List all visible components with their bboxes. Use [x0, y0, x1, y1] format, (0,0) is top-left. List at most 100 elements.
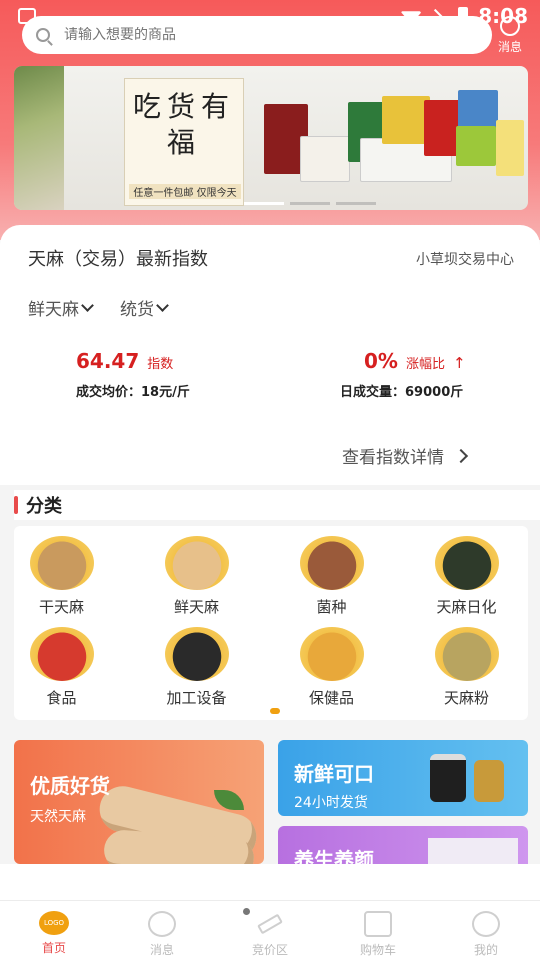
category-label: 干天麻 [38, 598, 84, 616]
tab-cart[interactable]: 购物车 [324, 901, 432, 960]
category-label: 加工设备 [166, 689, 227, 707]
change-tag: 涨幅比 [405, 357, 445, 372]
category-item[interactable]: 天麻粉 [399, 627, 534, 708]
avg-price-label: 成交均价： [76, 385, 142, 400]
daily-volume: 日成交量：69000斤 [340, 381, 466, 400]
detail-link-label: 查看指数详情 [342, 448, 444, 468]
tab-messages[interactable]: 消息 [108, 901, 216, 960]
category-item[interactable]: 菌种 [264, 536, 399, 617]
chat-icon [148, 911, 176, 937]
product-type-value: 鲜天麻 [28, 300, 79, 320]
header-message-label: 消息 [497, 40, 522, 54]
profile-icon [472, 911, 500, 937]
category-label: 鲜天麻 [173, 598, 219, 616]
chevron-down-icon [156, 298, 169, 312]
promo-left-subtitle: 天然天麻 [30, 809, 86, 825]
banner-dot[interactable] [336, 202, 376, 205]
banner-pagination [244, 202, 376, 205]
category-item[interactable]: 加工设备 [129, 627, 264, 708]
product-box-image [428, 838, 518, 864]
index-trading-center: 小草坝交易中心 [416, 252, 514, 268]
category-item[interactable]: 天麻日化 [399, 536, 534, 617]
banner-title: 吃货有福 [132, 90, 235, 159]
search-box[interactable] [22, 16, 492, 54]
promo-right-top-title: 新鲜可口 [294, 762, 374, 786]
tab-auction[interactable]: 竞价区 [216, 901, 324, 960]
price-index-card: 天麻（交易）最新指数 小草坝交易中心 鲜天麻 统货 64.47 指数 成交均价：… [0, 225, 540, 485]
jar-image [430, 754, 466, 802]
touch-indicator-dot [243, 908, 250, 915]
product-type-dropdown[interactable]: 鲜天麻 [28, 295, 94, 320]
category-health-image [299, 627, 364, 681]
message-icon [500, 16, 520, 36]
tab-profile[interactable]: 我的 [432, 901, 540, 960]
category-item[interactable]: 保健品 [264, 627, 399, 708]
category-page-indicator [270, 708, 280, 714]
category-section-title: 分类 [14, 490, 540, 520]
banner-dot[interactable] [290, 202, 330, 205]
jar-image [474, 760, 504, 802]
index-filters: 鲜天麻 统货 [28, 295, 169, 320]
promo-quality-goods[interactable]: 优质好货 天然天麻 [14, 740, 264, 864]
category-spawn-image [299, 536, 364, 590]
banner-poster: 吃货有福 任意一件包邮 仅限今天 [124, 78, 244, 206]
chevron-down-icon [81, 298, 94, 312]
category-label: 保健品 [308, 689, 354, 707]
category-equipment-image [164, 627, 229, 681]
header-message-button[interactable]: 消息 [490, 16, 530, 55]
promo-right-bottom-title: 养生养颜 [294, 848, 374, 864]
index-title: 天麻（交易）最新指数 [28, 249, 208, 270]
auction-hammer-icon [257, 913, 283, 935]
search-row: 消息 [0, 16, 540, 56]
category-title-text: 分类 [26, 496, 62, 517]
banner-gift-boxes-image [264, 90, 524, 200]
category-item[interactable]: 食品 [0, 627, 129, 708]
shopping-bag-icon [364, 911, 392, 937]
arrow-up-icon: ↑ [452, 354, 466, 372]
category-dry-gastrodia-image [29, 536, 94, 590]
bottom-tab-bar: LOGO 首页 消息 竞价区 购物车 我的 [0, 900, 540, 960]
change-stat: 0% 涨幅比 ↑ 日成交量：69000斤 [340, 349, 466, 400]
promo-right-top-subtitle: 24小时发货 [294, 795, 368, 811]
category-powder-image [434, 627, 499, 681]
content-spacer [0, 864, 540, 900]
promo-banner[interactable]: 吃货有福 任意一件包邮 仅限今天 [14, 66, 528, 210]
category-fresh-gastrodia-image [164, 536, 229, 590]
banner-plant-image [14, 66, 64, 210]
search-input[interactable] [64, 27, 464, 43]
tab-home[interactable]: LOGO 首页 [0, 901, 108, 960]
tab-label: 消息 [149, 943, 174, 957]
tab-label: 竞价区 [251, 943, 288, 957]
promo-fresh[interactable]: 新鲜可口 24小时发货 [278, 740, 528, 816]
chevron-right-icon [453, 448, 469, 463]
tab-label: 购物车 [359, 943, 396, 957]
index-value: 64.47 [76, 349, 140, 373]
category-label: 菌种 [316, 598, 347, 616]
banner-subtitle: 任意一件包邮 仅限今天 [129, 184, 241, 199]
index-tag: 指数 [147, 357, 174, 372]
grade-value: 统货 [120, 300, 154, 320]
avg-price-value: 18元/斤 [141, 385, 190, 400]
search-icon [36, 28, 50, 42]
promo-health-beauty[interactable]: 养生养颜 [278, 826, 528, 864]
category-label: 天麻日化 [436, 598, 497, 616]
view-index-details-link[interactable]: 查看指数详情 [342, 443, 469, 468]
volume-label: 日成交量： [340, 385, 406, 400]
category-grid: 干天麻 鲜天麻 菌种 天麻日化 食品 加工设备 保健品 天麻粉 [0, 536, 534, 708]
banner-dot[interactable] [244, 202, 284, 205]
volume-value: 69000斤 [405, 385, 464, 400]
tab-label: 我的 [473, 943, 498, 957]
category-panel: 干天麻 鲜天麻 菌种 天麻日化 食品 加工设备 保健品 天麻粉 [14, 526, 528, 720]
leaf-image [214, 790, 244, 810]
avg-price: 成交均价：18元/斤 [76, 381, 190, 400]
category-item[interactable]: 鲜天麻 [129, 536, 264, 617]
category-item[interactable]: 干天麻 [0, 536, 129, 617]
tab-label: 首页 [41, 941, 66, 955]
category-label: 食品 [46, 689, 77, 707]
grade-dropdown[interactable]: 统货 [120, 295, 169, 320]
category-daily-chem-image [434, 536, 499, 590]
index-stat: 64.47 指数 成交均价：18元/斤 [76, 349, 190, 400]
category-food-image [29, 627, 94, 681]
category-label: 天麻粉 [443, 689, 489, 707]
logo-icon: LOGO [39, 911, 69, 935]
